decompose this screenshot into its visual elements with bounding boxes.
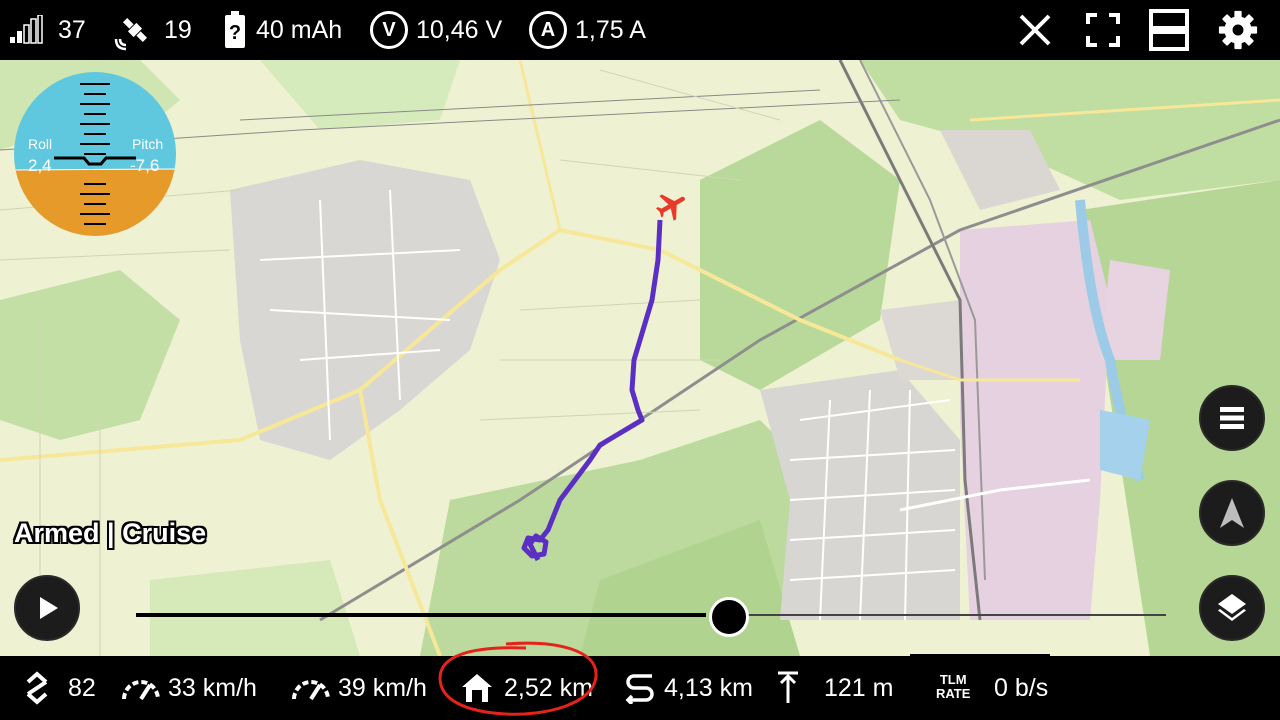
climb-value: 82 bbox=[68, 673, 96, 702]
ground-speed-value: 33 km/h bbox=[168, 673, 257, 702]
tlm-label-line1: TLM bbox=[939, 672, 967, 687]
split-view-icon bbox=[1149, 9, 1189, 51]
signal-bars-icon bbox=[10, 15, 44, 45]
altitude-value: 121 m bbox=[824, 673, 894, 702]
airplane-icon bbox=[656, 194, 685, 221]
battery-unknown-icon: ? bbox=[224, 11, 246, 49]
roll-value: 2,4 bbox=[28, 156, 52, 175]
top-status-bar: 37 19 ? 40 mAh V 10,46 V A 1,75 A bbox=[0, 0, 1280, 60]
timeline-remaining bbox=[746, 614, 1166, 616]
speedometer-icon bbox=[122, 680, 160, 701]
climb-indicator: 82 bbox=[22, 656, 96, 720]
play-button[interactable] bbox=[14, 575, 80, 641]
navigation-arrow-icon bbox=[1220, 498, 1244, 528]
artificial-horizon: Roll 2,4 Pitch -7,6 bbox=[14, 72, 176, 236]
timeline-slider-handle[interactable] bbox=[709, 597, 749, 637]
current-value: 1,75 A bbox=[575, 15, 646, 44]
satellite-indicator: 19 bbox=[114, 0, 192, 60]
route-icon bbox=[625, 674, 654, 704]
map-tiles bbox=[0, 60, 1280, 656]
close-icon bbox=[1019, 14, 1051, 46]
timeline-track[interactable] bbox=[136, 613, 706, 617]
layers-icon bbox=[1218, 594, 1246, 621]
settings-icon bbox=[1218, 10, 1258, 50]
annotation-circle bbox=[438, 641, 598, 716]
navigation-button[interactable] bbox=[1199, 480, 1265, 546]
battery-indicator: ? 40 mAh bbox=[224, 0, 342, 60]
ground-speed-indicator: 33 km/h bbox=[120, 656, 257, 720]
trip-distance-value: 4,13 km bbox=[664, 673, 753, 702]
trip-distance-indicator: 4,13 km bbox=[622, 656, 753, 720]
list-menu-icon bbox=[1220, 407, 1244, 429]
signal-value: 37 bbox=[58, 15, 86, 44]
satellite-icon bbox=[114, 9, 156, 51]
voltage-indicator: V 10,46 V bbox=[370, 0, 502, 60]
fullscreen-icon bbox=[1086, 13, 1120, 47]
telemetry-rate-value: 0 b/s bbox=[994, 673, 1049, 702]
bottom-telemetry-bar: 82 33 km/h 39 km/h 2,52 km 4,13 km 121 m… bbox=[0, 654, 1280, 720]
signal-indicator: 37 bbox=[10, 0, 86, 60]
altitude-icon bbox=[778, 671, 798, 703]
aircraft-marker bbox=[654, 188, 690, 224]
air-speed-value: 39 km/h bbox=[338, 673, 427, 702]
svg-text:?: ? bbox=[229, 22, 241, 44]
climb-rate-icon bbox=[26, 671, 48, 705]
airspeed-gauge-icon bbox=[292, 680, 330, 701]
air-speed-indicator: 39 km/h bbox=[290, 656, 427, 720]
satellite-count: 19 bbox=[164, 15, 192, 44]
play-icon bbox=[40, 597, 58, 619]
split-view-button[interactable] bbox=[1149, 9, 1189, 51]
voltage-icon: V bbox=[370, 11, 408, 49]
pitch-label: Pitch bbox=[132, 136, 164, 152]
settings-button[interactable] bbox=[1218, 10, 1258, 50]
pitch-value: -7,6 bbox=[130, 156, 160, 175]
menu-button[interactable] bbox=[1199, 385, 1265, 451]
altitude-indicator: 121 m bbox=[776, 656, 893, 720]
fullscreen-button[interactable] bbox=[1083, 10, 1123, 50]
flight-mode-status: Armed | Cruise bbox=[14, 518, 207, 548]
current-icon: A bbox=[529, 11, 567, 49]
pitch-ladder bbox=[14, 83, 176, 225]
current-indicator: A 1,75 A bbox=[529, 0, 646, 60]
roll-label: Roll bbox=[28, 136, 53, 152]
telemetry-rate-label: TLM RATE bbox=[936, 673, 970, 701]
tlm-label-line2: RATE bbox=[936, 686, 971, 701]
close-button[interactable] bbox=[1015, 10, 1055, 50]
map-view[interactable]: Roll 2,4 Pitch -7,6 Armed | Cruise bbox=[0, 60, 1280, 656]
voltage-value: 10,46 V bbox=[416, 15, 503, 44]
battery-capacity: 40 mAh bbox=[256, 15, 343, 44]
layers-button[interactable] bbox=[1199, 575, 1265, 641]
